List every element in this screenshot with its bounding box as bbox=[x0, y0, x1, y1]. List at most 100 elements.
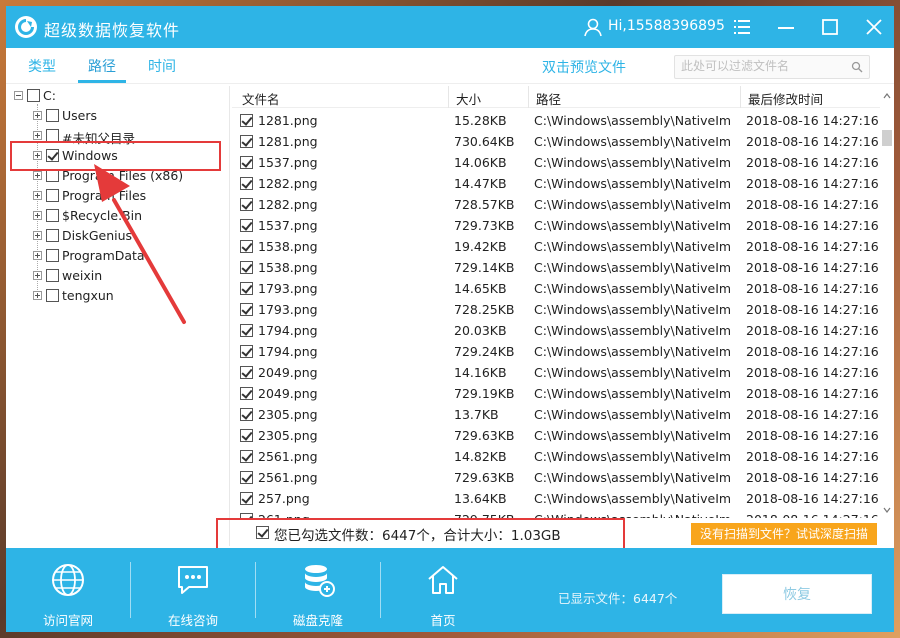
row-checkbox[interactable] bbox=[240, 324, 253, 337]
table-row[interactable]: 1281.png 730.64KB C:\Windows\assembly\Nati… bbox=[232, 131, 880, 152]
expand-icon[interactable] bbox=[33, 111, 42, 120]
maximize-icon[interactable] bbox=[816, 14, 844, 40]
search-icon[interactable] bbox=[851, 61, 863, 73]
table-row[interactable]: 2049.png 14.16KB C:\Windows\assembly\Nativ… bbox=[232, 362, 880, 383]
expand-icon[interactable] bbox=[33, 291, 42, 300]
table-row[interactable]: 2561.png 14.82KB C:\Windows\assembly\Nativ… bbox=[232, 446, 880, 467]
tree-checkbox[interactable] bbox=[27, 89, 40, 102]
close-icon[interactable] bbox=[860, 14, 888, 40]
file-list: 文件名 大小 路径 最后修改时间 1281.png 15.28KB C:\Windo… bbox=[232, 86, 894, 518]
row-checkbox[interactable] bbox=[240, 429, 253, 442]
preview-file-link[interactable]: 双击预览文件 bbox=[542, 57, 626, 77]
tree-checkbox[interactable] bbox=[46, 209, 59, 222]
tree-checkbox[interactable] bbox=[46, 249, 59, 262]
row-checkbox[interactable] bbox=[240, 156, 253, 169]
row-checkbox[interactable] bbox=[240, 471, 253, 484]
table-row[interactable]: 2305.png 729.63KB C:\Windows\assembly\Nati… bbox=[232, 425, 880, 446]
file-name: 2049.png bbox=[258, 365, 318, 380]
tree-checkbox[interactable] bbox=[46, 189, 59, 202]
table-row[interactable]: 1281.png 15.28KB C:\Windows\assembly\Nativ… bbox=[232, 110, 880, 131]
column-divider[interactable] bbox=[528, 86, 529, 108]
scroll-thumb[interactable] bbox=[882, 130, 892, 146]
tree-checkbox[interactable] bbox=[46, 269, 59, 282]
table-row[interactable]: 2561.png 729.63KB C:\Windows\assembly\Nati… bbox=[232, 467, 880, 488]
expand-icon[interactable] bbox=[33, 191, 42, 200]
expand-icon[interactable] bbox=[33, 211, 42, 220]
active-tab-underline bbox=[78, 80, 126, 83]
column-header-time[interactable]: 最后修改时间 bbox=[748, 89, 823, 108]
globe-icon bbox=[52, 564, 84, 596]
row-checkbox[interactable] bbox=[240, 366, 253, 379]
file-name: 1538.png bbox=[258, 239, 318, 254]
filter-input[interactable] bbox=[681, 59, 847, 73]
table-row[interactable]: 1793.png 728.25KB C:\Windows\assembly\Nati… bbox=[232, 299, 880, 320]
table-row[interactable]: 1794.png 729.24KB C:\Windows\assembly\Nati… bbox=[232, 341, 880, 362]
row-checkbox[interactable] bbox=[240, 177, 253, 190]
table-row[interactable]: 1793.png 14.65KB C:\Windows\assembly\Nativ… bbox=[232, 278, 880, 299]
nav-home[interactable]: 首页 bbox=[381, 548, 505, 632]
column-header-path[interactable]: 路径 bbox=[536, 89, 561, 108]
row-checkbox[interactable] bbox=[240, 345, 253, 358]
row-checkbox[interactable] bbox=[240, 114, 253, 127]
table-row[interactable]: 1282.png 14.47KB C:\Windows\assembly\Nativ… bbox=[232, 173, 880, 194]
user-icon[interactable] bbox=[582, 16, 604, 38]
nav-online-consult[interactable]: 在线咨询 bbox=[131, 548, 255, 632]
expand-icon[interactable] bbox=[33, 171, 42, 180]
table-row[interactable]: 1282.png 728.57KB C:\Windows\assembly\Nati… bbox=[232, 194, 880, 215]
app-logo-icon bbox=[15, 16, 37, 38]
recover-button[interactable]: 恢复 bbox=[722, 574, 872, 614]
scroll-down-icon[interactable] bbox=[883, 506, 891, 514]
row-checkbox[interactable] bbox=[240, 387, 253, 400]
expand-icon[interactable] bbox=[33, 231, 42, 240]
file-size: 13.7KB bbox=[454, 407, 499, 422]
table-row[interactable]: 1537.png 14.06KB C:\Windows\assembly\Nativ… bbox=[232, 152, 880, 173]
row-checkbox[interactable] bbox=[240, 450, 253, 463]
expand-icon[interactable] bbox=[33, 271, 42, 280]
vertical-scrollbar[interactable] bbox=[880, 86, 894, 518]
expand-icon[interactable] bbox=[33, 131, 42, 140]
table-row[interactable]: 1794.png 20.03KB C:\Windows\assembly\Nativ… bbox=[232, 320, 880, 341]
table-row[interactable]: 1537.png 729.73KB C:\Windows\assembly\Nati… bbox=[232, 215, 880, 236]
tree-checkbox[interactable] bbox=[46, 109, 59, 122]
expand-icon[interactable] bbox=[33, 251, 42, 260]
row-checkbox[interactable] bbox=[240, 492, 253, 505]
scroll-up-icon[interactable] bbox=[883, 92, 891, 100]
nav-disk-clone[interactable]: 磁盘克隆 bbox=[256, 548, 380, 632]
column-divider[interactable] bbox=[448, 86, 449, 108]
column-header-name[interactable]: 文件名 bbox=[242, 89, 280, 108]
file-path: C:\Windows\assembly\NativeIm... bbox=[534, 113, 732, 128]
nav-label: 首页 bbox=[430, 613, 456, 628]
row-checkbox[interactable] bbox=[240, 198, 253, 211]
table-row[interactable]: 1538.png 729.14KB C:\Windows\assembly\Nati… bbox=[232, 257, 880, 278]
row-checkbox[interactable] bbox=[240, 219, 253, 232]
title-bar: 超级数据恢复软件 Hi,15588396895 bbox=[6, 6, 894, 48]
row-checkbox[interactable] bbox=[240, 282, 253, 295]
collapse-icon[interactable] bbox=[14, 91, 23, 100]
file-name: 1537.png bbox=[258, 155, 318, 170]
tab-type[interactable]: 类型 bbox=[28, 56, 56, 76]
row-checkbox[interactable] bbox=[240, 408, 253, 421]
nav-visit-website[interactable]: 访问官网 bbox=[6, 548, 130, 632]
deep-scan-button[interactable]: 没有扫描到文件？试试深度扫描 bbox=[691, 523, 877, 545]
table-row[interactable]: 261.png729.75KBC:\Windows\assembly\Nativ… bbox=[232, 509, 880, 518]
column-divider[interactable] bbox=[740, 86, 741, 108]
table-row[interactable]: 2049.png 729.19KB C:\Windows\assembly\Nati… bbox=[232, 383, 880, 404]
table-row[interactable]: 2305.png 13.7KB C:\Windows\assembly\Native… bbox=[232, 404, 880, 425]
table-row[interactable]: 257.png 13.64KB C:\Windows\assembly\Native… bbox=[232, 488, 880, 509]
row-checkbox[interactable] bbox=[240, 303, 253, 316]
user-name[interactable]: Hi,15588396895 bbox=[608, 18, 725, 34]
row-checkbox[interactable] bbox=[240, 135, 253, 148]
menu-icon[interactable] bbox=[728, 14, 756, 40]
tab-path[interactable]: 路径 bbox=[88, 56, 116, 76]
tab-time[interactable]: 时间 bbox=[148, 56, 176, 76]
row-checkbox[interactable] bbox=[240, 240, 253, 253]
modified-time: 2018-08-16 14:27:16 bbox=[746, 197, 879, 212]
column-header-size[interactable]: 大小 bbox=[456, 89, 481, 108]
tree-checkbox[interactable] bbox=[46, 289, 59, 302]
minimize-icon[interactable] bbox=[772, 14, 800, 40]
chat-icon bbox=[178, 566, 208, 594]
home-icon bbox=[428, 566, 458, 594]
tree-checkbox[interactable] bbox=[46, 229, 59, 242]
row-checkbox[interactable] bbox=[240, 261, 253, 274]
table-row[interactable]: 1538.png 19.42KB C:\Windows\assembly\Nativ… bbox=[232, 236, 880, 257]
